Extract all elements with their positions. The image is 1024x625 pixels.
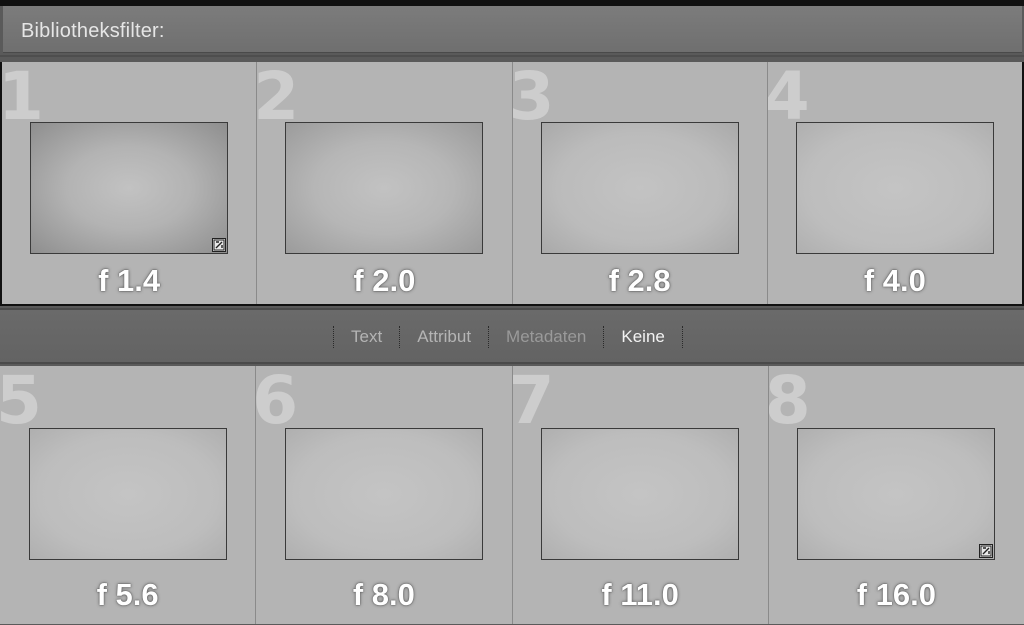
cell-index-number: 8 [768, 366, 811, 439]
photo-thumbnail[interactable] [284, 428, 483, 560]
library-filter-bar: Text Attribut Metadaten Keine [0, 308, 1024, 364]
grid-cell[interactable]: 2 f 2.0 [257, 62, 513, 304]
aperture-label: f 2.0 [353, 263, 416, 298]
photo-thumbnail[interactable] [797, 428, 996, 560]
grid-cell[interactable]: 4 f 4.0 [767, 62, 1022, 304]
grid-cell[interactable]: 5 f 5.6 [0, 366, 257, 624]
tab-none[interactable]: Keine [604, 324, 681, 350]
thumbnail-row-top: 1 f 1.4 2 f 2.0 3 f 2.8 4 f 4.0 [0, 62, 1024, 306]
grid-cell[interactable]: 3 f 2.8 [512, 62, 768, 304]
aperture-label: f 5.6 [96, 577, 159, 612]
aperture-label: f 4.0 [863, 263, 926, 298]
cell-index-number: 5 [0, 366, 42, 439]
photo-thumbnail[interactable] [540, 122, 739, 254]
tab-separator [681, 326, 683, 348]
library-filter-title: Bibliotheksfilter: [21, 20, 165, 42]
cell-index-number: 2 [257, 62, 300, 135]
thumbnail-row-bottom: 5 f 5.6 6 f 8.0 7 f 11.0 8 f 16.0 [0, 366, 1024, 624]
cell-index-number: 7 [512, 366, 555, 439]
cell-index-number: 3 [512, 62, 555, 135]
tab-attribute[interactable]: Attribut [400, 324, 488, 350]
tab-text[interactable]: Text [334, 324, 399, 350]
cell-index-number: 6 [256, 366, 299, 439]
aperture-label: f 2.8 [608, 263, 671, 298]
photo-thumbnail[interactable] [285, 122, 484, 254]
tab-metadata[interactable]: Metadaten [489, 324, 603, 350]
library-filter-header: Bibliotheksfilter: [3, 6, 1022, 53]
photo-thumbnail[interactable] [795, 122, 994, 254]
edit-badge-icon[interactable] [212, 238, 227, 252]
photo-thumbnail[interactable] [28, 428, 227, 560]
edit-badge-icon[interactable] [979, 544, 994, 558]
aperture-label: f 1.4 [98, 263, 161, 298]
grid-cell[interactable]: 1 f 1.4 [2, 62, 258, 304]
cell-index-number: 1 [2, 62, 44, 135]
aperture-label: f 8.0 [352, 577, 415, 612]
divider [0, 55, 1024, 57]
photo-thumbnail[interactable] [541, 428, 740, 560]
grid-cell[interactable]: 7 f 11.0 [512, 366, 769, 624]
aperture-label: f 16.0 [856, 577, 937, 612]
grid-cell[interactable]: 6 f 8.0 [256, 366, 513, 624]
aperture-label: f 11.0 [601, 577, 679, 612]
filter-tabs: Text Attribut Metadaten Keine [333, 324, 683, 350]
photo-thumbnail[interactable] [30, 122, 229, 254]
cell-index-number: 4 [767, 62, 810, 135]
grid-cell[interactable]: 8 f 16.0 [768, 366, 1024, 624]
